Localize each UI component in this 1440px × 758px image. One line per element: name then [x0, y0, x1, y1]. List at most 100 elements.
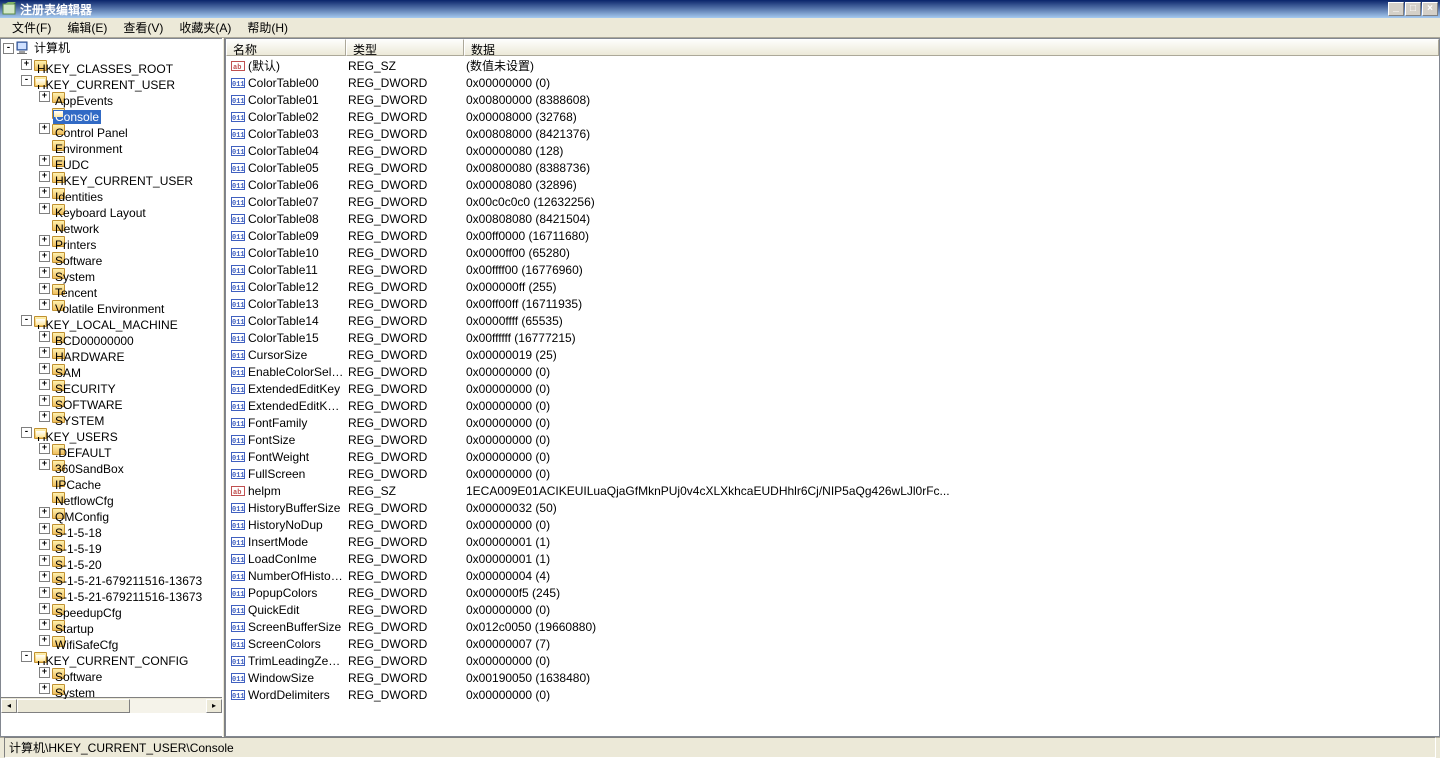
expander-icon[interactable]: + [39, 155, 50, 166]
list-row[interactable]: 011ColorTable11REG_DWORD0x00ffff00 (1677… [226, 261, 1439, 278]
list-row[interactable]: 011LoadConImeREG_DWORD0x00000001 (1) [226, 550, 1439, 567]
tree-item[interactable]: +SECURITY [39, 376, 222, 392]
tree-item[interactable]: -HKEY_CURRENT_CONFIG [21, 648, 222, 664]
list-row[interactable]: 011QuickEditREG_DWORD0x00000000 (0) [226, 601, 1439, 618]
list-row[interactable]: 011ExtendedEditKey...REG_DWORD0x00000000… [226, 397, 1439, 414]
tree-item[interactable]: +360SandBox [39, 456, 222, 472]
tree-item[interactable]: +System [39, 264, 222, 280]
expander-icon[interactable]: + [39, 683, 50, 694]
list-row[interactable]: 011ColorTable02REG_DWORD0x00008000 (3276… [226, 108, 1439, 125]
tree-item[interactable]: +Identities [39, 184, 222, 200]
tree-item[interactable]: +EUDC [39, 152, 222, 168]
tree-item[interactable]: +AppEvents [39, 88, 222, 104]
menu-view[interactable]: 查看(V) [115, 18, 171, 37]
tree-item[interactable]: -HKEY_USERS [21, 424, 222, 440]
col-header-name[interactable]: 名称 [226, 39, 346, 56]
tree-item[interactable]: +WifiSafeCfg [39, 632, 222, 648]
list-row[interactable]: 011ColorTable14REG_DWORD0x0000ffff (6553… [226, 312, 1439, 329]
list-row[interactable]: 011CursorSizeREG_DWORD0x00000019 (25) [226, 346, 1439, 363]
tree-item[interactable]: -HKEY_CURRENT_USER [21, 72, 222, 88]
minimize-button[interactable]: _ [1388, 2, 1404, 16]
tree-item[interactable]: +BCD00000000 [39, 328, 222, 344]
list-row[interactable]: 011ColorTable00REG_DWORD0x00000000 (0) [226, 74, 1439, 91]
expander-icon[interactable]: + [39, 395, 50, 406]
menu-favorites[interactable]: 收藏夹(A) [171, 18, 239, 37]
tree-item[interactable]: +SpeedupCfg [39, 600, 222, 616]
col-header-data[interactable]: 数据 [464, 39, 1439, 56]
list-row[interactable]: abhelpmREG_SZ1ECA009E01ACIKEUILuaQjaGfMk… [226, 482, 1439, 499]
tree-item[interactable]: +Tencent [39, 280, 222, 296]
tree-item[interactable]: +HKEY_CURRENT_USER [39, 168, 222, 184]
list-row[interactable]: 011WindowSizeREG_DWORD0x00190050 (163848… [226, 669, 1439, 686]
tree-item[interactable]: -计算机 [3, 40, 222, 56]
scroll-left-button[interactable]: ◂ [1, 699, 17, 713]
tree-item[interactable]: +Software [39, 664, 222, 680]
list-row[interactable]: 011FontSizeREG_DWORD0x00000000 (0) [226, 431, 1439, 448]
expander-icon[interactable]: + [39, 667, 50, 678]
list-row[interactable]: 011ColorTable09REG_DWORD0x00ff0000 (1671… [226, 227, 1439, 244]
list-row[interactable]: 011ColorTable13REG_DWORD0x00ff00ff (1671… [226, 295, 1439, 312]
expander-icon[interactable]: + [39, 267, 50, 278]
tree-item[interactable]: Environment [39, 136, 222, 152]
list-row[interactable]: 011FontWeightREG_DWORD0x00000000 (0) [226, 448, 1439, 465]
expander-icon[interactable]: + [39, 379, 50, 390]
list-row[interactable]: 011ColorTable04REG_DWORD0x00000080 (128) [226, 142, 1439, 159]
tree-item[interactable]: +S-1-5-19 [39, 536, 222, 552]
list-row[interactable]: 011ColorTable12REG_DWORD0x000000ff (255) [226, 278, 1439, 295]
tree-item[interactable]: +Startup [39, 616, 222, 632]
tree-item[interactable]: +.DEFAULT [39, 440, 222, 456]
list-row[interactable]: 011NumberOfHistory...REG_DWORD0x00000004… [226, 567, 1439, 584]
tree-item[interactable]: +Printers [39, 232, 222, 248]
expander-icon[interactable]: + [39, 203, 50, 214]
tree-item[interactable]: +System [39, 680, 222, 696]
tree-item[interactable]: +QMConfig [39, 504, 222, 520]
expander-icon[interactable]: + [39, 251, 50, 262]
menu-file[interactable]: 文件(F) [4, 18, 59, 37]
expander-icon[interactable]: - [21, 651, 32, 662]
list-row[interactable]: 011ColorTable07REG_DWORD0x00c0c0c0 (1263… [226, 193, 1439, 210]
list-row[interactable]: 011HistoryBufferSizeREG_DWORD0x00000032 … [226, 499, 1439, 516]
expander-icon[interactable]: + [39, 283, 50, 294]
tree-item[interactable]: +S-1-5-21-679211516-13673 [39, 584, 222, 600]
list-row[interactable]: 011ColorTable06REG_DWORD0x00008080 (3289… [226, 176, 1439, 193]
list-row[interactable]: 011HistoryNoDupREG_DWORD0x00000000 (0) [226, 516, 1439, 533]
expander-icon[interactable]: + [39, 331, 50, 342]
list-row[interactable]: 011ColorTable05REG_DWORD0x00800080 (8388… [226, 159, 1439, 176]
expander-icon[interactable]: + [39, 235, 50, 246]
expander-icon[interactable]: + [39, 507, 50, 518]
expander-icon[interactable]: + [39, 171, 50, 182]
tree-item[interactable]: +SOFTWARE [39, 392, 222, 408]
list-row[interactable]: 011ColorTable01REG_DWORD0x00800000 (8388… [226, 91, 1439, 108]
expander-icon[interactable]: + [39, 571, 50, 582]
expander-icon[interactable]: + [39, 187, 50, 198]
tree-item[interactable]: +Control Panel [39, 120, 222, 136]
list-row[interactable]: 011ScreenBufferSizeREG_DWORD0x012c0050 (… [226, 618, 1439, 635]
expander-icon[interactable]: + [39, 411, 50, 422]
scroll-right-button[interactable]: ▸ [206, 699, 222, 713]
tree-item[interactable]: IPCache [39, 472, 222, 488]
expander-icon[interactable]: + [39, 523, 50, 534]
list-row[interactable]: 011InsertModeREG_DWORD0x00000001 (1) [226, 533, 1439, 550]
expander-icon[interactable]: - [21, 315, 32, 326]
expander-icon[interactable]: + [39, 443, 50, 454]
list-row[interactable]: 011ColorTable15REG_DWORD0x00ffffff (1677… [226, 329, 1439, 346]
col-header-type[interactable]: 类型 [346, 39, 464, 56]
list-row[interactable]: 011ColorTable03REG_DWORD0x00808000 (8421… [226, 125, 1439, 142]
expander-icon[interactable]: + [39, 347, 50, 358]
maximize-button[interactable]: □ [1405, 2, 1421, 16]
list-row[interactable]: 011PopupColorsREG_DWORD0x000000f5 (245) [226, 584, 1439, 601]
close-button[interactable]: × [1422, 2, 1438, 16]
expander-icon[interactable]: + [39, 587, 50, 598]
tree-item[interactable]: +HARDWARE [39, 344, 222, 360]
tree-item[interactable]: +HKEY_CLASSES_ROOT [21, 56, 222, 72]
tree-item[interactable]: +Keyboard Layout [39, 200, 222, 216]
expander-icon[interactable]: + [39, 603, 50, 614]
scroll-thumb[interactable] [17, 699, 130, 713]
tree-item[interactable]: +S-1-5-18 [39, 520, 222, 536]
expander-icon[interactable]: + [39, 555, 50, 566]
expander-icon[interactable]: + [39, 363, 50, 374]
list-row[interactable]: 011ColorTable10REG_DWORD0x0000ff00 (6528… [226, 244, 1439, 261]
tree-item[interactable]: Network [39, 216, 222, 232]
scroll-track[interactable] [17, 699, 206, 713]
registry-tree[interactable]: -计算机+HKEY_CLASSES_ROOT-HKEY_CURRENT_USER… [1, 39, 222, 697]
